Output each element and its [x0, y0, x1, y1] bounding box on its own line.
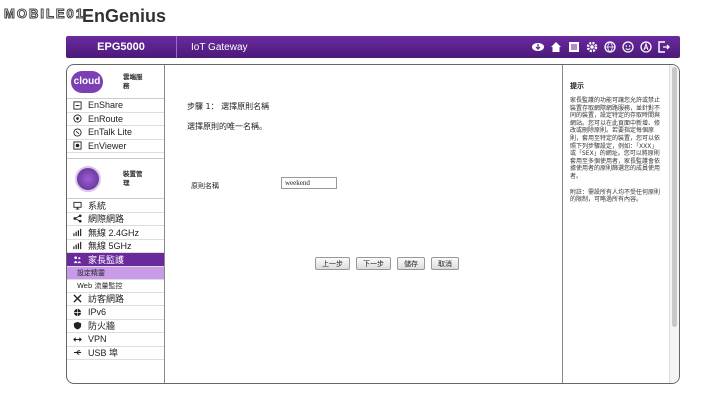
shield-icon [72, 321, 82, 331]
sidebar-item-wireless-24[interactable]: 無線 2.4GHz [67, 226, 164, 240]
sidebar-subitem-web-traffic[interactable]: Web 流量監控 [67, 280, 164, 293]
policy-name-label: 原則名稱 [191, 182, 219, 190]
gear-icon[interactable] [586, 41, 598, 53]
sidebar-item-label: VPN [88, 334, 107, 345]
sidebar-item-enroute[interactable]: EnRoute [67, 113, 164, 126]
sidebar-item-label: EnViewer [88, 140, 127, 151]
step-description: 選擇原則的唯一名稱。 [187, 122, 267, 131]
sidebar-subitem-wizard[interactable]: 設定精靈 [67, 266, 164, 280]
wizard-buttons: 上一步 下一步 儲存 取消 [315, 257, 459, 270]
save-button[interactable]: 儲存 [397, 257, 425, 270]
main-frame: cloud 雲端服務 EnShare EnRoute EnTalk Lite E… [66, 64, 680, 384]
smiley-icon[interactable] [622, 41, 634, 53]
wifi-icon [72, 241, 82, 251]
previous-button[interactable]: 上一步 [315, 257, 350, 270]
device-logo [75, 165, 101, 192]
header-bar: EPG5000 IoT Gateway [66, 36, 680, 58]
brand-logo: EnGenius [82, 6, 166, 27]
globe-icon[interactable] [604, 41, 616, 53]
sidebar-item-label: 訪客網路 [88, 294, 125, 305]
app-window: MOBILE01 EnGenius EPG5000 IoT Gateway cl… [0, 0, 720, 410]
policy-name-input[interactable] [281, 177, 337, 189]
device-section-title: 裝置管理 [123, 169, 143, 187]
sidebar-item-label: IPv6 [88, 307, 107, 318]
phone-icon [72, 127, 82, 137]
cloud-section-header: cloud 雲端服務 [67, 65, 164, 99]
product-subtitle: IoT Gateway [191, 41, 248, 53]
sidebar-item-firewall[interactable]: 防火牆 [67, 320, 164, 333]
sidebar-item-internet[interactable]: 網際網路 [67, 213, 164, 226]
sidebar-item-label: USB 埠 [88, 348, 119, 359]
sidebar-item-label: 網際網路 [88, 214, 125, 225]
sidebar-item-system[interactable]: 系統 [67, 199, 164, 213]
sidebar-item-usb[interactable]: USB 埠 [67, 347, 164, 360]
monitor-icon [72, 200, 82, 210]
cloud-logo: cloud [71, 70, 103, 93]
sidebar-item-enviewer[interactable]: EnViewer [67, 140, 164, 153]
tools-icon [72, 294, 82, 304]
header-divider [176, 36, 177, 58]
list-icon[interactable] [568, 41, 580, 53]
header-toolbar [532, 41, 670, 53]
family-icon [72, 254, 82, 264]
sidebar-item-parental-control[interactable]: 家長監護 [67, 253, 164, 267]
sidebar-item-label: EnRoute [88, 113, 124, 124]
sidebar-item-entalk-lite[interactable]: EnTalk Lite [67, 126, 164, 140]
model-name: EPG5000 [97, 41, 145, 53]
sidebar-item-label: EnTalk Lite [88, 127, 133, 138]
sidebar-item-ipv6[interactable]: IPv6 [67, 306, 164, 320]
tips-title: 提示 [570, 82, 584, 90]
usb-icon [72, 348, 82, 358]
cancel-button[interactable]: 取消 [431, 257, 459, 270]
device-section-header: 裝置管理 [67, 159, 164, 199]
sidebar-item-label: 防火牆 [88, 321, 116, 332]
sidebar-item-vpn[interactable]: VPN [67, 333, 164, 347]
sidebar-item-label: 無線 2.4GHz [88, 227, 140, 238]
next-button[interactable]: 下一步 [356, 257, 391, 270]
sidebar-item-label: 家長監護 [88, 254, 125, 265]
sidebar-item-guest-network[interactable]: 訪客網路 [67, 293, 164, 306]
scrollbar-thumb[interactable] [672, 67, 677, 327]
download-icon[interactable] [532, 41, 544, 53]
vpn-icon [72, 334, 82, 344]
sidebar-item-label: 系統 [88, 200, 107, 211]
brand-text: EnGenius [82, 6, 167, 26]
wifi-icon [72, 227, 82, 237]
logout-icon[interactable] [658, 41, 670, 53]
watermark: MOBILE01 [3, 6, 86, 22]
a-icon[interactable] [640, 41, 652, 53]
share-icon [72, 100, 82, 110]
camera-icon [72, 141, 82, 151]
home-icon[interactable] [550, 41, 562, 53]
scrollbar[interactable] [669, 65, 679, 383]
tips-note: 附註：需設所有人均不受任何原則的限制，可略過所有內容。 [570, 188, 661, 204]
tips-panel: 提示 家長監護的功能可讓您允許或禁止裝置存取網際網路服務，並針對不同的裝置，設定… [563, 65, 669, 383]
sidebar: cloud 雲端服務 EnShare EnRoute EnTalk Lite E… [67, 65, 165, 383]
network-icon [72, 214, 82, 224]
step-title: 步驟 1： 選擇原則名稱 [187, 102, 270, 111]
sidebar-item-label: EnShare [88, 100, 124, 111]
sidebar-item-enshare[interactable]: EnShare [67, 99, 164, 113]
tips-text: 家長監護的功能可讓您允許或禁止裝置存取網際網路服務，並針對不同的裝置，設定特定的… [570, 97, 661, 180]
sidebar-item-label: 無線 5GHz [88, 241, 132, 252]
sidebar-item-wireless-5[interactable]: 無線 5GHz [67, 240, 164, 253]
content-panel: 步驟 1： 選擇原則名稱 選擇原則的唯一名稱。 原則名稱 上一步 下一步 儲存 … [165, 65, 563, 383]
globe-icon [72, 307, 82, 317]
route-icon [72, 114, 82, 124]
cloud-section-title: 雲端服務 [123, 72, 143, 90]
